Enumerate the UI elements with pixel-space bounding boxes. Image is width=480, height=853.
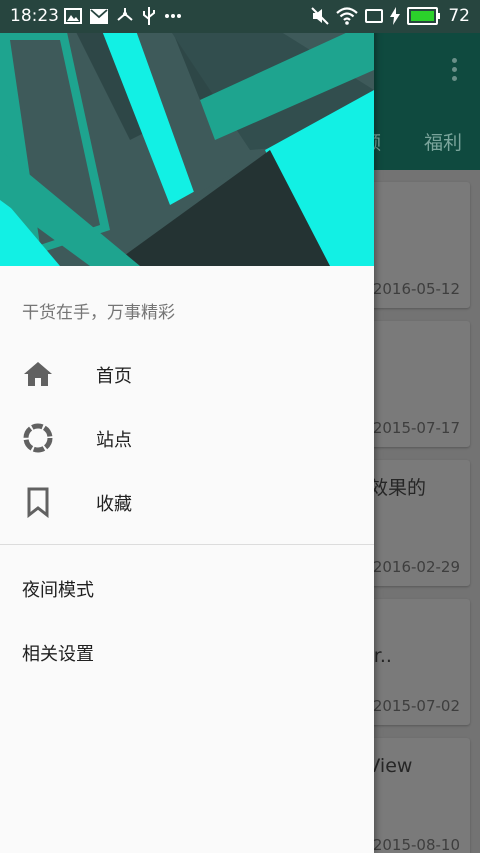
list-item-date: 2016-02-29	[372, 558, 460, 576]
mute-icon	[311, 7, 330, 25]
loading-ring-icon	[23, 423, 53, 453]
nav-item-label: 收藏	[96, 494, 132, 515]
night-mode-item[interactable]: 夜间模式	[0, 556, 374, 620]
notification-icons	[64, 7, 182, 25]
list-item-date: 2015-07-17	[372, 419, 460, 437]
drawer-divider	[0, 544, 374, 545]
drawer-tagline: 干货在手，万事精彩	[22, 303, 175, 323]
battery-icon	[407, 7, 441, 25]
drawer-header-image	[0, 0, 374, 266]
status-bar: 18:23 72	[0, 0, 480, 33]
navigation-drawer: 干货在手，万事精彩 首页 站点 收藏 夜间模式 相关设置	[0, 0, 374, 853]
settings-label: 相关设置	[22, 644, 94, 665]
image-icon	[64, 8, 82, 24]
system-icons: 72	[311, 6, 470, 26]
list-item-date: 2015-07-02	[372, 697, 460, 715]
overflow-menu-icon[interactable]	[452, 58, 458, 84]
nav-item-sites[interactable]: 站点	[0, 406, 374, 470]
usb-icon	[143, 7, 155, 25]
nav-item-label: 首页	[96, 366, 132, 387]
home-icon	[24, 362, 52, 386]
nav-item-label: 站点	[96, 430, 132, 451]
mail-icon	[90, 8, 108, 24]
nav-item-home[interactable]: 首页	[0, 342, 374, 406]
charging-icon	[390, 7, 401, 25]
night-mode-label: 夜间模式	[22, 580, 94, 601]
settings-item[interactable]: 相关设置	[0, 620, 374, 684]
nav-item-favorites[interactable]: 收藏	[0, 470, 374, 534]
more-dots-icon	[165, 14, 181, 18]
screen-rotate-icon	[365, 9, 384, 23]
tab-welfare[interactable]: 福利	[424, 128, 462, 155]
list-item-date: 2015-08-10	[372, 836, 460, 853]
list-item-date: 2016-05-12	[372, 280, 460, 298]
battery-level: 72	[448, 6, 470, 26]
share-icon	[117, 8, 133, 21]
material-pattern-image	[0, 0, 374, 266]
status-time: 18:23	[10, 6, 59, 26]
bookmark-icon	[27, 487, 49, 518]
wifi-icon	[336, 7, 359, 25]
